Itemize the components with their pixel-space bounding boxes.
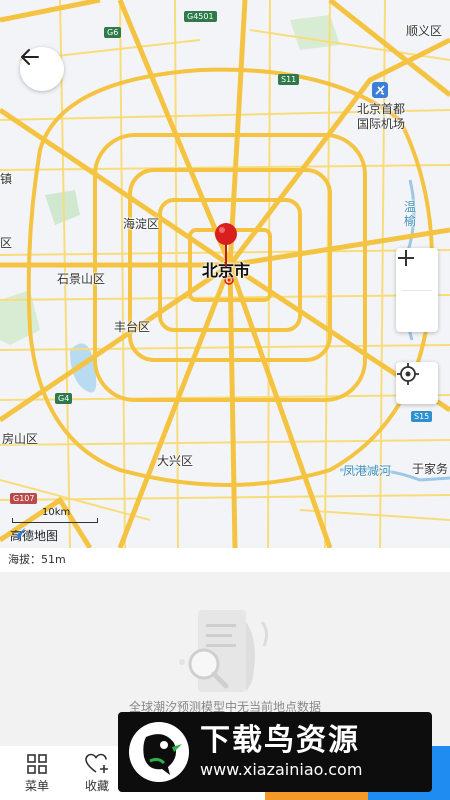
shield-g4: G4 bbox=[55, 393, 73, 404]
shield-g107: G107 bbox=[10, 493, 38, 504]
watermark-title: 下载鸟资源 bbox=[200, 723, 360, 758]
zoom-out-button[interactable] bbox=[396, 257, 438, 333]
map-provider-logo: 高德地图 bbox=[10, 527, 58, 544]
scale-label: 10km bbox=[42, 507, 71, 518]
menu-label: 菜单 bbox=[24, 778, 49, 793]
bird-logo-icon bbox=[129, 722, 189, 782]
shield-g4501: G4501 bbox=[184, 11, 217, 22]
zoom-controls bbox=[396, 248, 438, 332]
no-data-document-icon bbox=[179, 610, 269, 692]
menu-button[interactable]: 菜单 bbox=[7, 746, 67, 800]
scale-bar bbox=[12, 518, 98, 523]
label-haidian: 海淀区 bbox=[123, 217, 160, 231]
locate-me-button[interactable] bbox=[396, 362, 438, 404]
label-daxing: 大兴区 bbox=[157, 454, 194, 468]
altitude-readout: 海拔：51m bbox=[0, 548, 450, 572]
label-district-left: 区 bbox=[0, 236, 13, 250]
crosshair-icon bbox=[397, 363, 419, 385]
label-fangshan: 房山区 bbox=[2, 432, 39, 446]
watermark-text: 下载鸟资源 www.xiazainiao.com bbox=[200, 723, 362, 781]
label-yujia: 于家务 bbox=[412, 462, 449, 476]
label-fengtai: 丰台区 bbox=[114, 320, 151, 334]
favorite-label: 收藏 bbox=[84, 778, 109, 793]
shield-s15: S15 bbox=[411, 411, 433, 422]
map-view[interactable]: 顺义区 北京首都 国际机场 镇 海淀区 温榆 区 北京市 石景山区 丰台区 房山… bbox=[0, 0, 450, 548]
grid-menu-icon bbox=[27, 753, 47, 774]
navigation-arrow-icon bbox=[11, 528, 25, 540]
heart-plus-icon bbox=[85, 753, 108, 773]
label-wen-yu-river: 温榆 bbox=[404, 200, 417, 228]
location-pin-icon[interactable] bbox=[213, 222, 239, 268]
label-shunyi: 顺义区 bbox=[406, 24, 443, 38]
watermark-url: www.xiazainiao.com bbox=[200, 760, 363, 779]
shield-g6: G6 bbox=[104, 27, 122, 38]
arrow-left-icon bbox=[21, 49, 39, 65]
label-shijingshan: 石景山区 bbox=[57, 272, 106, 286]
map-scale: 10km bbox=[6, 507, 98, 523]
back-button[interactable] bbox=[20, 47, 64, 91]
minus-icon bbox=[398, 257, 414, 259]
label-zhen: 镇 bbox=[0, 172, 13, 186]
shield-s11: S11 bbox=[278, 74, 300, 85]
watermark-banner: 下载鸟资源 www.xiazainiao.com bbox=[118, 712, 432, 792]
label-airport-line2: 国际机场 bbox=[357, 117, 406, 131]
label-fenggang-river: 凤港减河 bbox=[343, 464, 392, 478]
